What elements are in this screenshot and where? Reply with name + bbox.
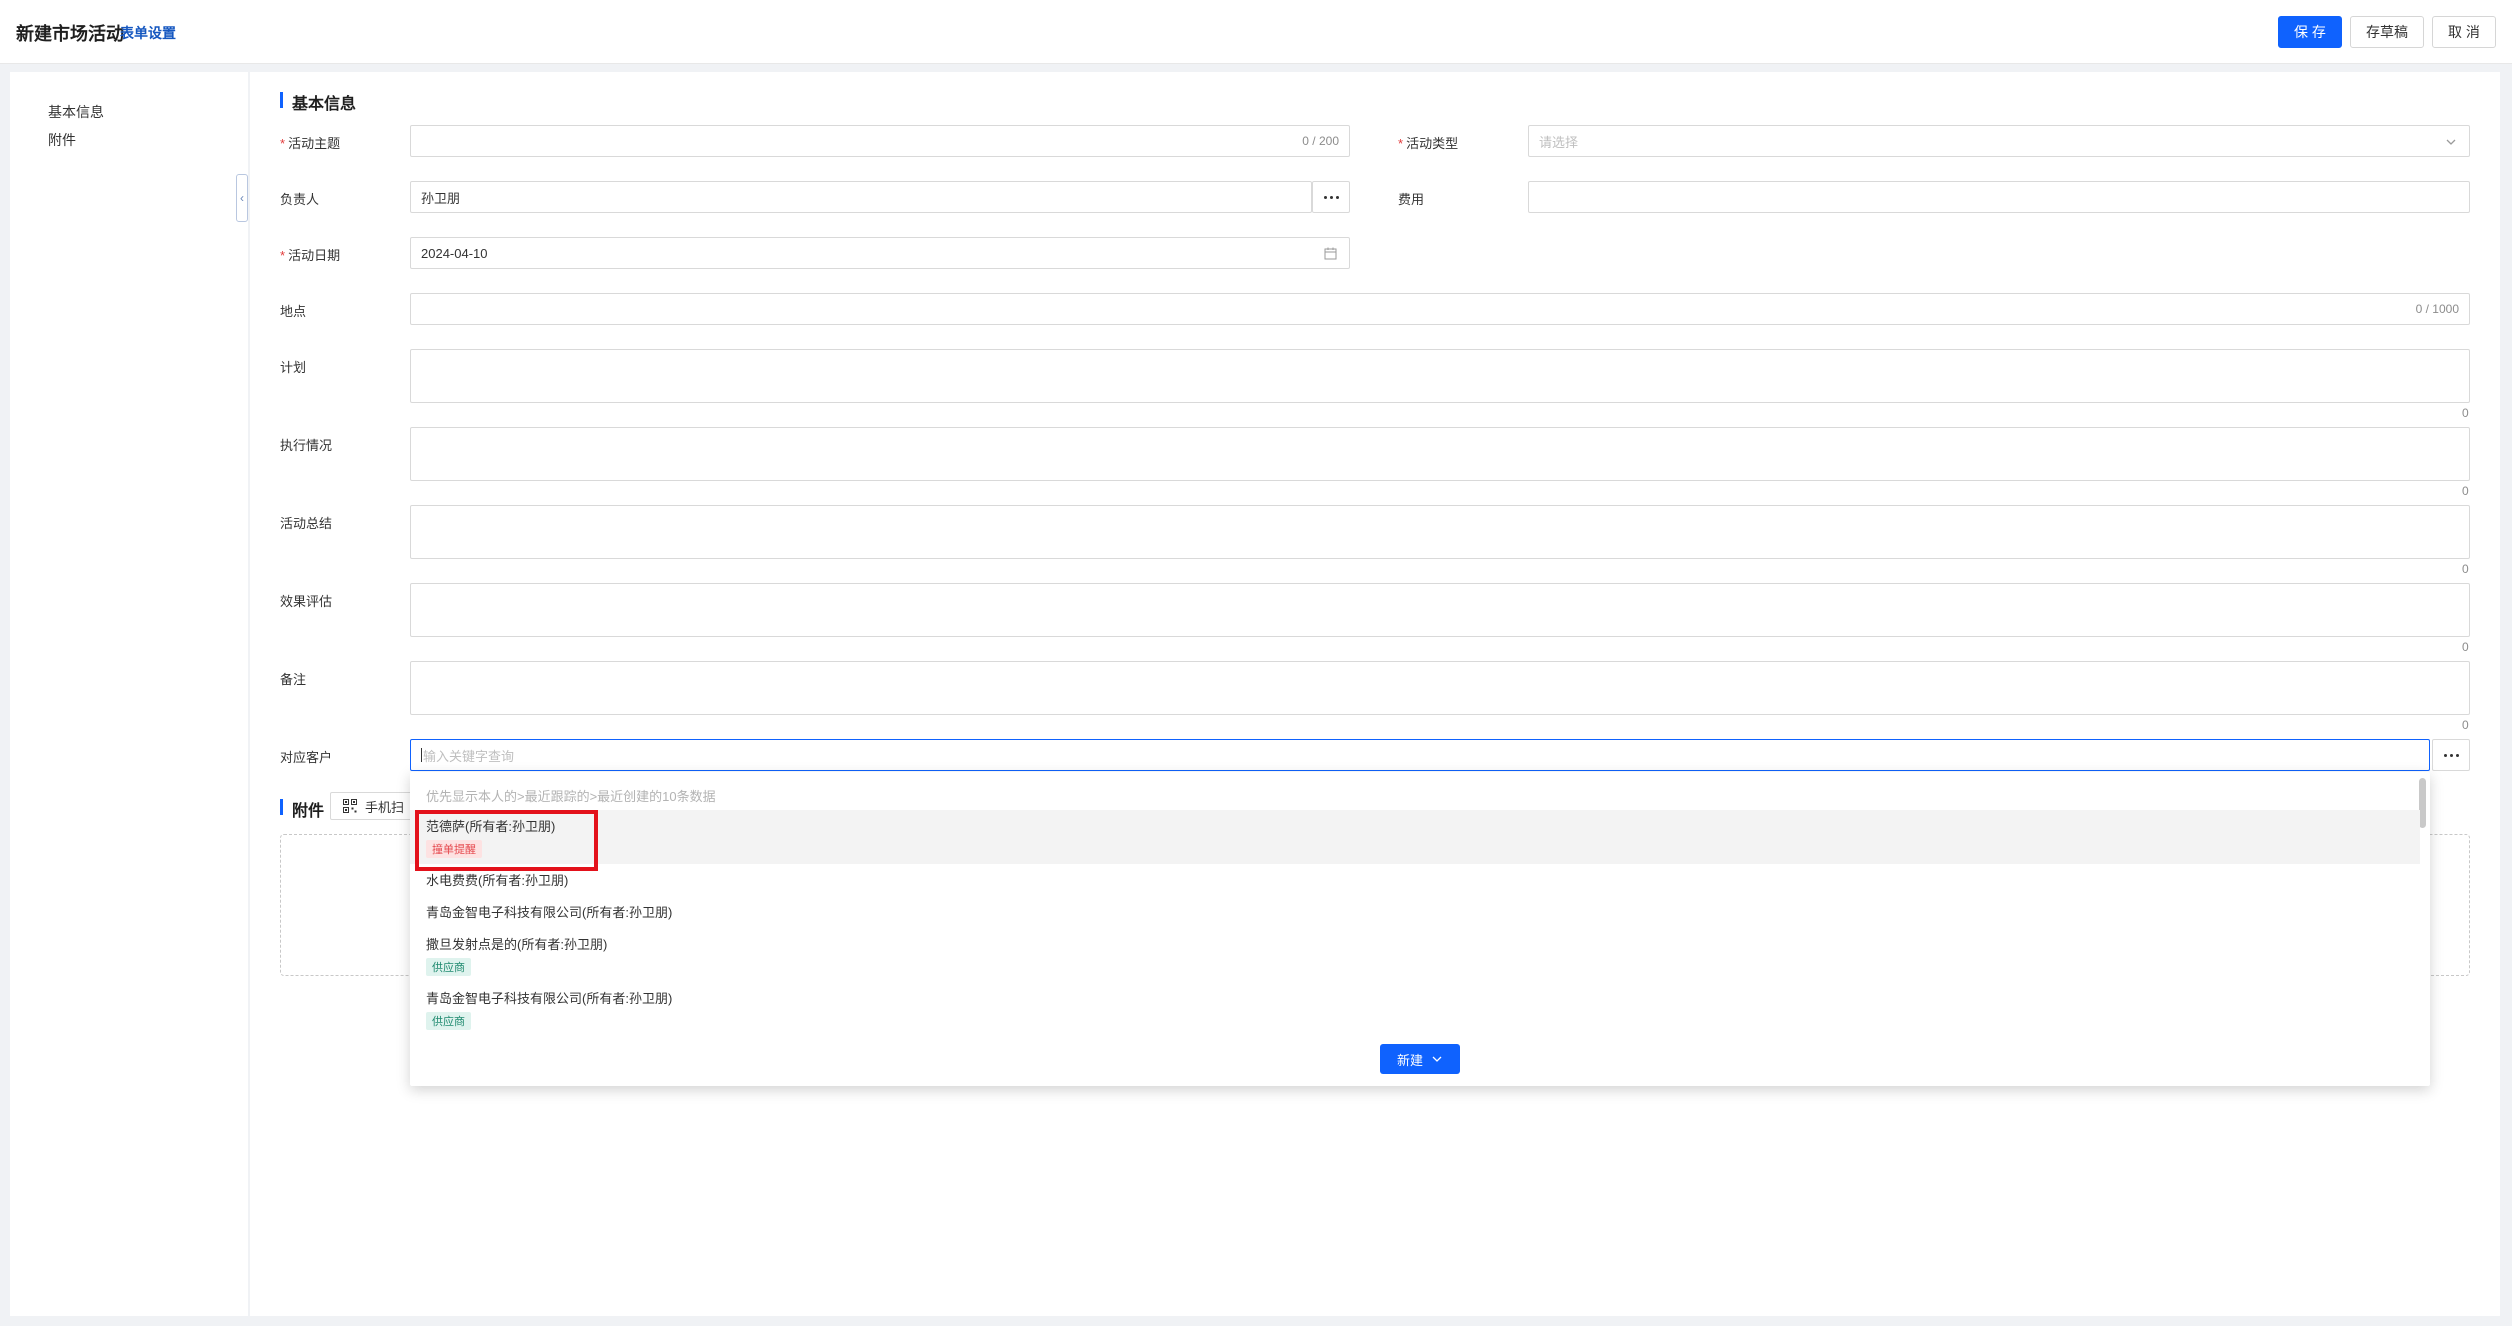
customer-option[interactable]: 青岛金智电子科技有限公司(所有者:孙卫朋) — [410, 896, 2420, 928]
top-bar: 新建市场活动 表单设置 保 存 存草稿 取 消 — [0, 0, 2512, 64]
execution-label: 执行情况 — [280, 438, 333, 453]
date-label: * 活动日期 — [280, 248, 341, 263]
customer-picker-button[interactable] — [2432, 739, 2470, 771]
summary-textarea[interactable] — [410, 505, 2470, 559]
remark-textarea[interactable] — [410, 661, 2470, 715]
highlight-box — [415, 810, 598, 871]
save-draft-button[interactable]: 存草稿 — [2350, 16, 2424, 48]
topic-input[interactable]: 0 / 200 — [410, 125, 1350, 157]
section-nav: 基本信息 附件 — [10, 72, 248, 1316]
summary-label: 活动总结 — [280, 516, 333, 531]
form-settings-link[interactable]: 表单设置 — [120, 23, 176, 43]
evaluation-textarea[interactable] — [410, 583, 2470, 637]
customer-option[interactable]: 水电费费(所有者:孙卫朋) — [410, 864, 2420, 896]
chevron-down-icon — [1432, 1056, 1442, 1062]
required-mark: * — [280, 136, 286, 151]
customer-search-input[interactable]: 输入关键字查询 — [410, 739, 2430, 771]
customer-option[interactable]: 撒旦发射点是的(所有者:孙卫朋) 供应商 — [410, 928, 2420, 982]
location-label: 地点 — [280, 304, 307, 319]
calendar-icon — [1324, 247, 1337, 260]
collapse-sidebar-button[interactable]: ‹ — [236, 174, 248, 222]
chevron-down-icon — [2446, 139, 2456, 145]
customer-dropdown: 优先显示本人的>最近跟踪的>最近创建的10条数据 范德萨(所有者:孙卫朋) 撞单… — [410, 772, 2430, 1086]
evaluation-label: 效果评估 — [280, 594, 333, 609]
owner-picker-button[interactable] — [1312, 181, 1350, 213]
location-counter: 0 / 1000 — [2415, 302, 2459, 316]
type-label: * 活动类型 — [1398, 136, 1459, 151]
date-input[interactable]: 2024-04-10 — [410, 237, 1350, 269]
remark-counter: 0 — [2462, 718, 2469, 732]
supplier-tag: 供应商 — [426, 1012, 471, 1030]
owner-label: 负责人 — [280, 192, 320, 207]
execution-counter: 0 — [2462, 484, 2469, 498]
evaluation-counter: 0 — [2462, 640, 2469, 654]
qrcode-icon — [343, 799, 357, 813]
required-mark: * — [1398, 136, 1404, 151]
mobile-scan-upload-button[interactable]: 手机扫 — [330, 792, 420, 820]
cancel-button[interactable]: 取 消 — [2432, 16, 2496, 48]
type-select[interactable]: 请选择 — [1528, 125, 2470, 157]
cost-input[interactable] — [1528, 181, 2470, 213]
customer-label: 对应客户 — [280, 750, 333, 765]
execution-textarea[interactable] — [410, 427, 2470, 481]
save-button[interactable]: 保 存 — [2278, 16, 2342, 48]
dropdown-hint: 优先显示本人的>最近跟踪的>最近创建的10条数据 — [426, 789, 716, 804]
chevron-left-icon: ‹ — [240, 191, 244, 205]
page-title: 新建市场活动 — [16, 24, 124, 44]
cost-label: 费用 — [1398, 192, 1425, 207]
nav-item-attachment[interactable]: 附件 — [48, 130, 76, 150]
plan-label: 计划 — [280, 360, 307, 375]
customer-option[interactable]: 范德萨(所有者:孙卫朋) 撞单提醒 — [410, 810, 2420, 864]
section-title-attachment: 附件 — [280, 797, 324, 821]
dropdown-scrollbar[interactable] — [2419, 778, 2426, 828]
customer-option[interactable]: 青岛金智电子科技有限公司(所有者:孙卫朋) 供应商 — [410, 982, 2420, 1036]
new-customer-button[interactable]: 新建 — [1380, 1044, 1460, 1074]
owner-input[interactable]: 孙卫朋 — [410, 181, 1312, 213]
required-mark: * — [280, 248, 286, 263]
topic-label: * 活动主题 — [280, 136, 341, 151]
supplier-tag: 供应商 — [426, 958, 471, 976]
plan-counter: 0 — [2462, 406, 2469, 420]
plan-textarea[interactable] — [410, 349, 2470, 403]
section-title-basic: 基本信息 — [280, 90, 356, 114]
summary-counter: 0 — [2462, 562, 2469, 576]
location-input[interactable]: 0 / 1000 — [410, 293, 2470, 325]
nav-item-basic-info[interactable]: 基本信息 — [48, 102, 104, 122]
remark-label: 备注 — [280, 672, 307, 687]
topic-counter: 0 / 200 — [1302, 134, 1339, 148]
